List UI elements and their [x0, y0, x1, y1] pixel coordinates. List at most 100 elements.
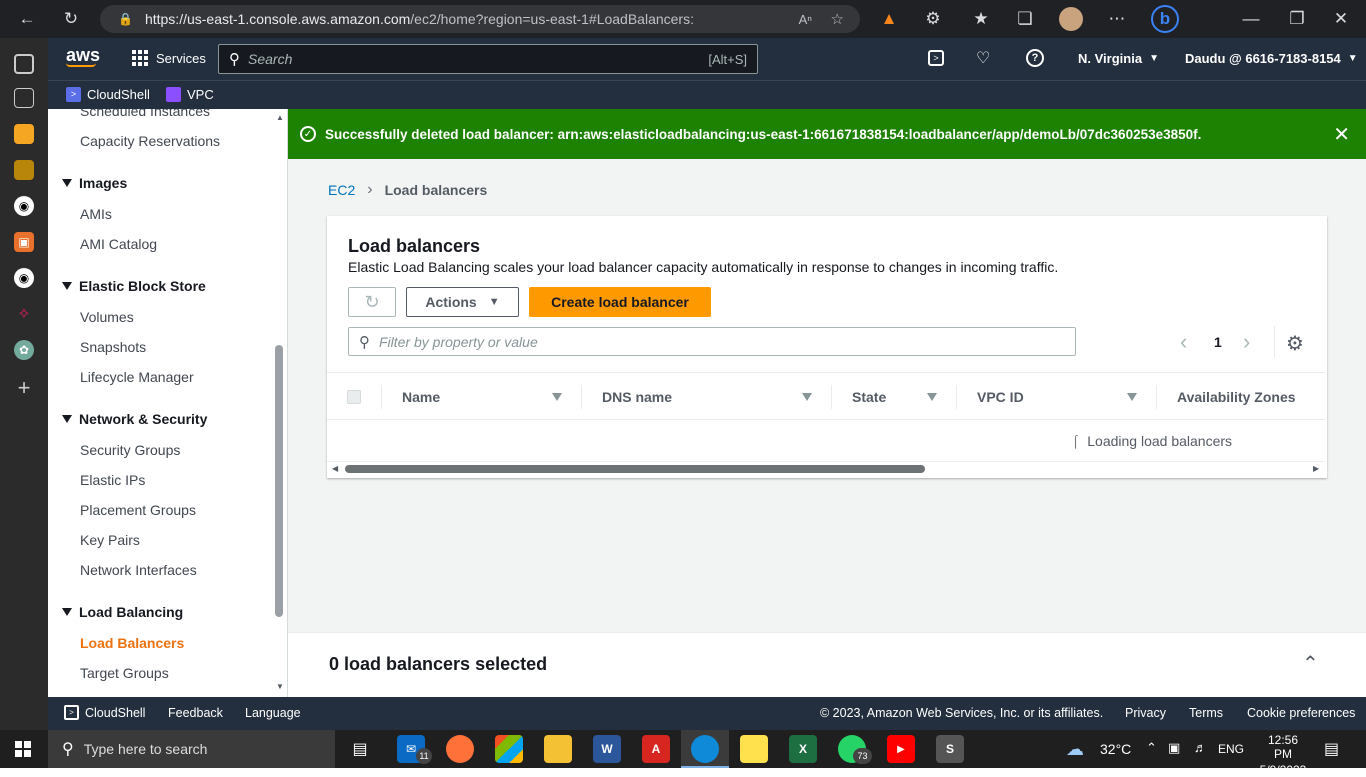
- region-selector[interactable]: N. Virginia ▼: [1078, 51, 1159, 66]
- edge-icon[interactable]: [691, 735, 719, 763]
- more-options-icon[interactable]: ⋯: [1098, 0, 1136, 38]
- package-icon[interactable]: [14, 160, 34, 180]
- column-header-state[interactable]: State: [852, 373, 939, 421]
- app-s-icon[interactable]: S: [936, 735, 964, 763]
- tray-chevron-up-icon[interactable]: ⌃: [1146, 740, 1157, 756]
- adobe-acrobat-icon[interactable]: A: [642, 735, 670, 763]
- github-icon[interactable]: ◉: [14, 196, 34, 216]
- sticky-notes-icon[interactable]: [740, 735, 768, 763]
- scroll-right-icon[interactable]: ▶: [1313, 464, 1319, 473]
- footer-cloudshell[interactable]: > CloudShell: [64, 705, 145, 720]
- footer-terms-link[interactable]: Terms: [1189, 706, 1223, 720]
- nav-section-load-balancing[interactable]: Load Balancing: [62, 604, 183, 620]
- nav-item-capacity-reservations[interactable]: Capacity Reservations: [80, 133, 220, 149]
- nav-item-scheduled-instances[interactable]: Scheduled Instances: [80, 109, 210, 119]
- footer-privacy-link[interactable]: Privacy: [1125, 706, 1166, 720]
- nav-item-amis[interactable]: AMIs: [80, 206, 112, 222]
- collections-icon[interactable]: ❏: [1006, 0, 1044, 38]
- scroll-thumb[interactable]: [345, 465, 925, 473]
- microsoft-store-icon[interactable]: [495, 735, 523, 763]
- word-icon[interactable]: W: [593, 735, 621, 763]
- previous-page-icon[interactable]: ‹: [1180, 329, 1187, 355]
- scroll-down-icon[interactable]: ▼: [276, 682, 284, 691]
- volume-icon[interactable]: ♬: [1194, 740, 1207, 755]
- actions-dropdown[interactable]: Actions ▼: [406, 287, 519, 317]
- nav-item-volumes[interactable]: Volumes: [80, 309, 134, 325]
- chevron-up-icon[interactable]: ⌃: [1302, 651, 1319, 676]
- nav-item-ami-catalog[interactable]: AMI Catalog: [80, 236, 157, 252]
- metamask-icon[interactable]: ▲: [870, 0, 908, 38]
- excel-icon[interactable]: X: [789, 735, 817, 763]
- refresh-button[interactable]: ↻: [348, 287, 396, 317]
- tab-actions-icon[interactable]: [14, 54, 34, 74]
- favorite-cloudshell[interactable]: > CloudShell: [66, 87, 150, 102]
- column-header-name[interactable]: Name: [402, 373, 564, 421]
- favorite-star-icon[interactable]: ☆: [831, 10, 844, 28]
- select-all-checkbox[interactable]: [347, 390, 361, 404]
- nav-item-snapshots[interactable]: Snapshots: [80, 339, 146, 355]
- back-icon[interactable]: ←: [8, 0, 46, 38]
- breadcrumb-ec2-link[interactable]: EC2: [328, 182, 355, 198]
- footer-language-link[interactable]: Language: [245, 706, 301, 720]
- aws-logo[interactable]: aws: [66, 45, 100, 67]
- slack-icon[interactable]: ✧: [14, 304, 34, 324]
- nav-item-placement-groups[interactable]: Placement Groups: [80, 502, 196, 518]
- minimize-icon[interactable]: —: [1232, 0, 1270, 38]
- aws-console-icon[interactable]: ▣: [14, 232, 34, 252]
- services-menu[interactable]: Services: [132, 50, 206, 66]
- notifications-icon[interactable]: ▤: [1324, 739, 1339, 759]
- clock[interactable]: 12:56 PM 5/9/2023: [1258, 733, 1308, 777]
- nav-item-elastic-ips[interactable]: Elastic IPs: [80, 472, 145, 488]
- nav-item-target-groups[interactable]: Target Groups: [80, 665, 169, 681]
- page-number[interactable]: 1: [1214, 334, 1222, 350]
- add-icon[interactable]: +: [14, 375, 34, 400]
- task-view-icon[interactable]: ▤: [346, 735, 374, 763]
- dismiss-close-icon[interactable]: ✕: [1333, 122, 1350, 147]
- help-icon[interactable]: ?: [1026, 49, 1044, 67]
- column-header-vpc-id[interactable]: VPC ID: [977, 373, 1139, 421]
- notifications-bell-icon[interactable]: ♡: [976, 48, 990, 68]
- scroll-up-icon[interactable]: ▲: [276, 113, 284, 122]
- next-page-icon[interactable]: ›: [1243, 329, 1250, 355]
- youtube-icon[interactable]: ▶: [887, 735, 915, 763]
- filter-input[interactable]: ⚲ Filter by property or value: [348, 327, 1076, 356]
- nav-item-security-groups[interactable]: Security Groups: [80, 442, 180, 458]
- weather-temperature[interactable]: 32°C: [1100, 741, 1131, 757]
- windows-start-icon[interactable]: [15, 741, 31, 757]
- create-load-balancer-button[interactable]: Create load balancer: [529, 287, 711, 317]
- chatgpt-icon[interactable]: ✿: [14, 340, 34, 360]
- cloudshell-icon[interactable]: >: [928, 50, 944, 66]
- read-aloud-icon[interactable]: Aⁿ: [799, 12, 812, 27]
- firefox-icon[interactable]: [446, 735, 474, 763]
- scroll-left-icon[interactable]: ◀: [332, 464, 338, 473]
- footer-cookie-preferences-link[interactable]: Cookie preferences: [1247, 706, 1355, 720]
- account-menu[interactable]: Daudu @ 6616-7183-8154 ▼: [1185, 51, 1358, 66]
- nav-section-images[interactable]: Images: [62, 175, 127, 191]
- nav-item-lifecycle-manager[interactable]: Lifecycle Manager: [80, 369, 194, 385]
- nav-item-key-pairs[interactable]: Key Pairs: [80, 532, 140, 548]
- address-bar[interactable]: 🔒 https://us-east-1.console.aws.amazon.c…: [100, 5, 860, 33]
- input-language[interactable]: ENG: [1218, 742, 1244, 756]
- github-icon[interactable]: ◉: [14, 268, 34, 288]
- close-window-icon[interactable]: ✕: [1322, 0, 1360, 38]
- footer-feedback-link[interactable]: Feedback: [168, 706, 223, 720]
- nav-item-load-balancers[interactable]: Load Balancers: [80, 635, 184, 651]
- restore-icon[interactable]: ❐: [1278, 0, 1316, 38]
- column-header-availability-zones[interactable]: Availability Zones: [1177, 373, 1317, 421]
- column-header-dns[interactable]: DNS name: [602, 373, 814, 421]
- reload-icon[interactable]: ↻: [52, 0, 90, 38]
- profile-avatar[interactable]: [1052, 0, 1090, 38]
- extensions-icon[interactable]: ⚙: [914, 0, 952, 38]
- nav-section-ebs[interactable]: Elastic Block Store: [62, 278, 206, 294]
- file-explorer-icon[interactable]: [544, 735, 572, 763]
- favorite-vpc[interactable]: VPC: [166, 87, 214, 102]
- preferences-gear-icon[interactable]: ⚙: [1286, 331, 1304, 356]
- favorites-icon[interactable]: ★: [962, 0, 1000, 38]
- package-icon[interactable]: [14, 124, 34, 144]
- bing-icon[interactable]: b: [1146, 0, 1184, 38]
- nav-section-network-security[interactable]: Network & Security: [62, 411, 207, 427]
- search-input[interactable]: ⚲ Search [Alt+S]: [218, 44, 758, 74]
- side-nav-scrollbar[interactable]: [275, 345, 283, 617]
- network-icon[interactable]: ▣: [1168, 740, 1180, 756]
- workspaces-icon[interactable]: [14, 88, 34, 108]
